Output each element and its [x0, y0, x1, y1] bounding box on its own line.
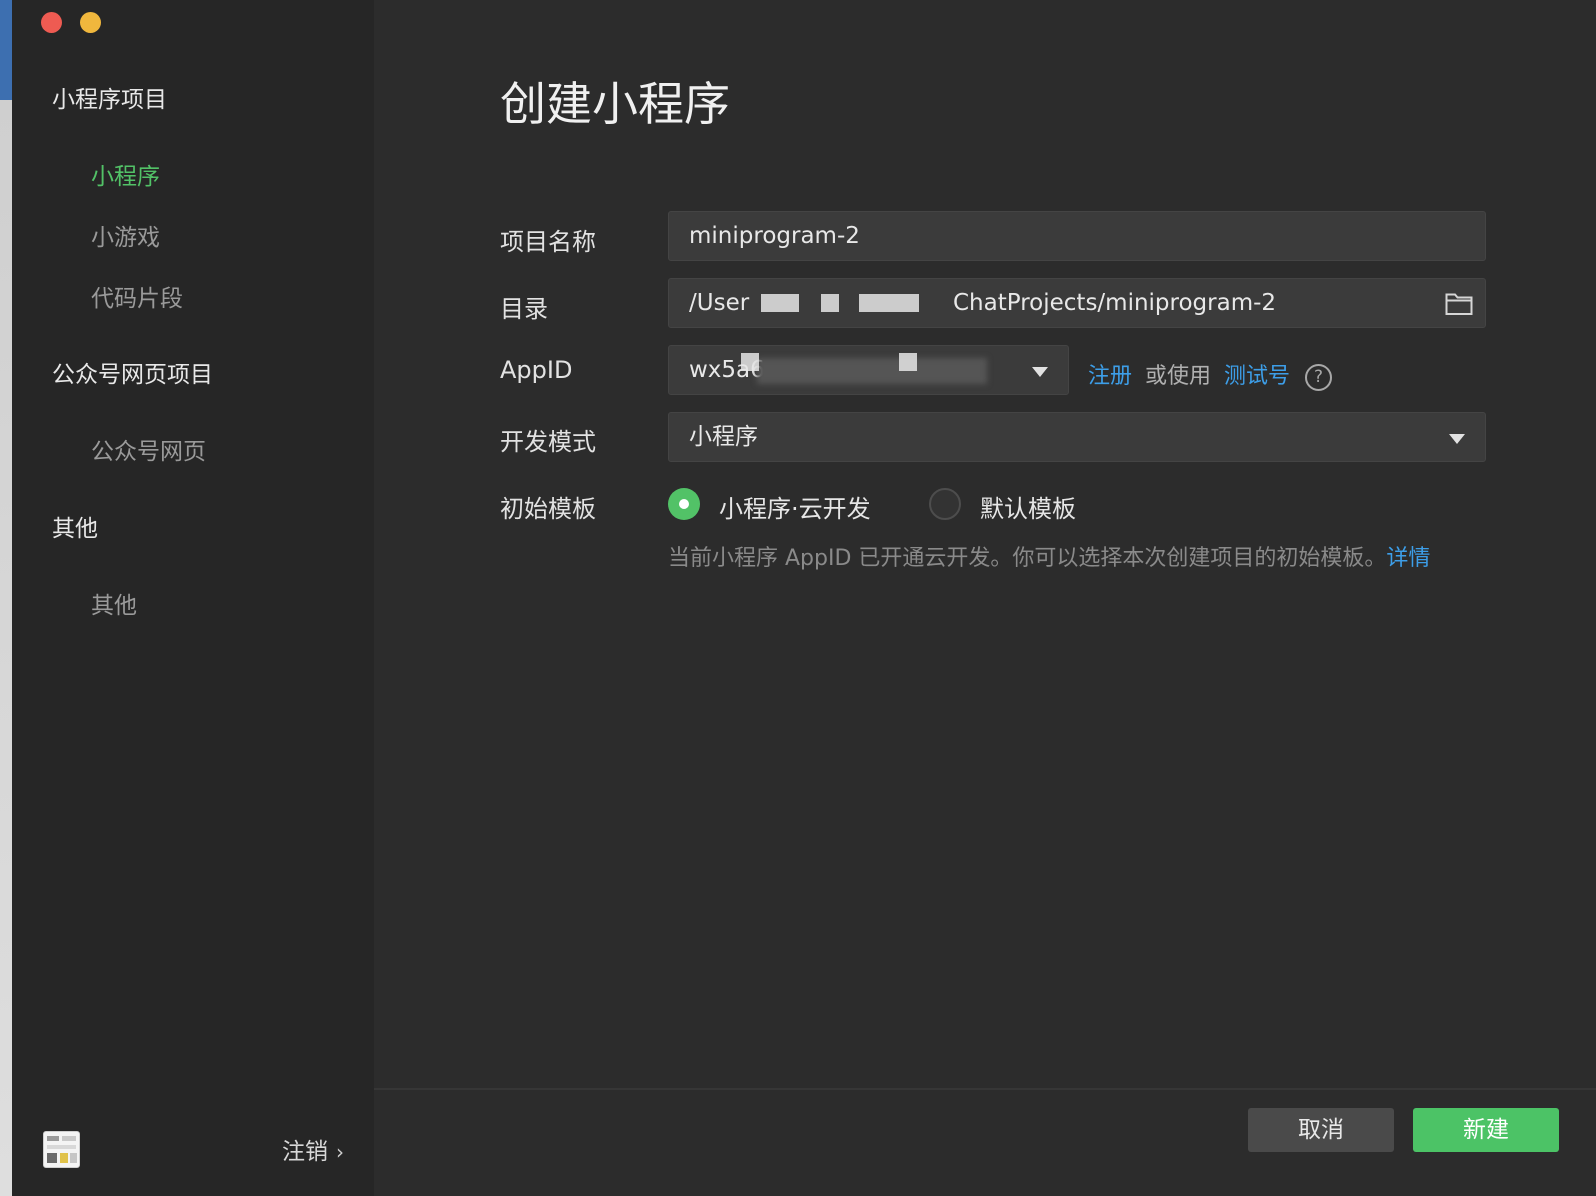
template-radio-cloud[interactable] — [668, 488, 700, 520]
sidebar: 小程序项目 小程序 小游戏 代码片段 公众号网页项目 公众号网页 其他 其他 注… — [12, 0, 374, 1196]
chevron-right-icon: › — [336, 1140, 344, 1164]
folder-icon[interactable] — [1445, 290, 1473, 316]
dropdown-caret-icon — [1032, 367, 1048, 377]
directory-value-end: ChatProjects/miniprogram-2 — [953, 290, 1277, 316]
directory-label: 目录 — [500, 295, 548, 323]
project-name-input[interactable]: miniprogram-2 — [668, 211, 1486, 261]
redaction-block — [741, 353, 759, 371]
dev-mode-select[interactable]: 小程序 — [668, 412, 1486, 462]
template-radio-default[interactable] — [929, 488, 961, 520]
project-name-value: miniprogram-2 — [689, 223, 860, 249]
project-name-label: 项目名称 — [500, 228, 596, 256]
sidebar-item-other[interactable]: 其他 — [91, 586, 137, 620]
close-dot-icon[interactable] — [41, 12, 62, 33]
template-option-default-label[interactable]: 默认模板 — [980, 489, 1076, 524]
directory-input[interactable]: /User ChatProjects/miniprogram-2 — [668, 278, 1486, 328]
template-hint: 当前小程序 AppID 已开通云开发。你可以选择本次创建项目的初始模板。详情 — [668, 540, 1430, 572]
redaction-block — [761, 294, 799, 312]
logout-button[interactable]: 注销 › — [282, 1132, 344, 1166]
test-account-link[interactable]: 测试号 — [1224, 364, 1290, 389]
redaction-block — [757, 358, 987, 384]
redaction-block — [859, 294, 919, 312]
directory-value-start: /User — [689, 290, 750, 316]
redaction-block — [899, 353, 917, 371]
sidebar-group-other: 其他 — [52, 516, 98, 542]
template-option-cloud-label[interactable]: 小程序·云开发 — [719, 489, 871, 524]
avatar[interactable] — [43, 1131, 80, 1168]
template-label: 初始模板 — [500, 495, 596, 523]
sidebar-item-code-snippet[interactable]: 代码片段 — [91, 279, 183, 313]
redaction-block — [821, 294, 839, 312]
page-title: 创建小程序 — [500, 77, 730, 131]
cancel-button[interactable]: 取消 — [1248, 1108, 1394, 1152]
sidebar-item-official-account-web[interactable]: 公众号网页 — [91, 432, 206, 466]
sidebar-group-miniprogram: 小程序项目 — [52, 87, 167, 113]
sidebar-item-miniprogram[interactable]: 小程序 — [91, 157, 160, 191]
dev-mode-label: 开发模式 — [500, 428, 596, 456]
main-panel: 创建小程序 项目名称 miniprogram-2 目录 /User ChatPr… — [374, 0, 1596, 1196]
create-button[interactable]: 新建 — [1413, 1108, 1559, 1152]
details-link[interactable]: 详情 — [1386, 546, 1430, 571]
appid-label: AppID — [500, 356, 573, 384]
register-link[interactable]: 注册 — [1088, 364, 1132, 389]
or-use-text: 或使用 — [1145, 364, 1212, 389]
dropdown-caret-icon — [1449, 434, 1465, 444]
template-hint-text: 当前小程序 AppID 已开通云开发。你可以选择本次创建项目的初始模板。 — [668, 546, 1387, 571]
logout-label: 注销 — [282, 1139, 328, 1165]
help-icon[interactable]: ? — [1305, 363, 1333, 391]
footer-divider — [374, 1088, 1596, 1090]
appid-select[interactable]: wx5a6 — [668, 345, 1069, 395]
appid-links: 注册 或使用 测试号 ? — [1088, 358, 1333, 391]
sidebar-item-minigame[interactable]: 小游戏 — [91, 218, 160, 252]
dev-mode-value: 小程序 — [689, 424, 758, 450]
create-project-window: 小程序项目 小程序 小游戏 代码片段 公众号网页项目 公众号网页 其他 其他 注… — [12, 0, 1596, 1196]
sidebar-group-official-account: 公众号网页项目 — [52, 362, 213, 388]
minimize-dot-icon[interactable] — [80, 12, 101, 33]
